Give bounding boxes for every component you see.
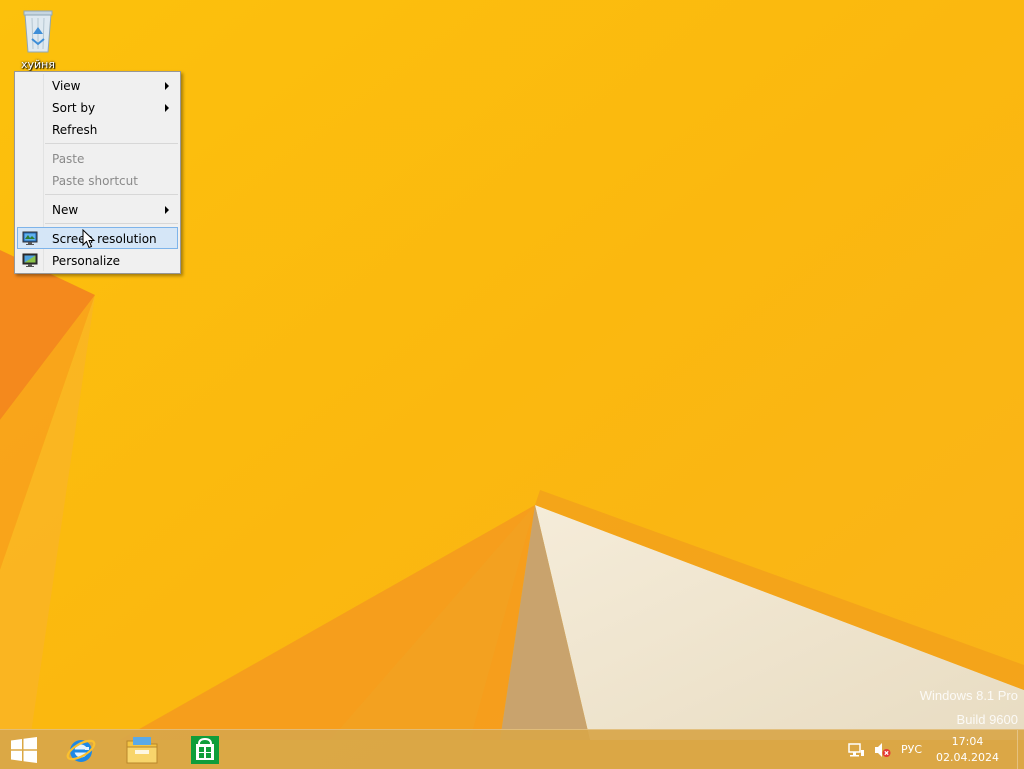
menu-item-label: Personalize [52,254,121,268]
menu-item-label: Refresh [52,123,98,137]
taskbar: РУС 17:04 02.04.2024 [0,729,1024,769]
network-icon[interactable] [847,742,865,758]
recycle-bin-shortcut[interactable]: хуйня [10,6,66,71]
system-tray: РУС 17:04 02.04.2024 [847,730,1024,769]
file-explorer-button[interactable] [112,730,172,769]
clock[interactable]: 17:04 02.04.2024 [936,734,999,766]
volume-muted-icon[interactable] [873,742,891,758]
menu-separator [45,194,178,195]
menu-separator [45,223,178,224]
menu-item-label: Paste shortcut [52,174,138,188]
language-indicator[interactable]: РУС [901,743,922,756]
recycle-bin-label: хуйня [21,58,55,71]
mouse-cursor-icon [82,229,96,249]
display-settings-icon [22,231,38,245]
menu-item-paste-shortcut: Paste shortcut [17,169,178,191]
menu-item-label: Screen resolution [52,232,157,246]
menu-item-label: Paste [52,152,85,166]
submenu-arrow-icon [165,206,169,214]
submenu-arrow-icon [165,104,169,112]
submenu-arrow-icon [165,82,169,90]
windows-version-watermark: Windows 8.1 Pro Build 9600 [920,684,1018,732]
file-explorer-icon [126,736,158,763]
clock-date: 02.04.2024 [936,750,999,764]
menu-item-refresh[interactable]: Refresh [17,118,178,140]
menu-item-paste: Paste [17,147,178,169]
watermark-edition: Windows 8.1 Pro [919,688,1018,703]
recycle-bin-icon [23,10,53,53]
menu-item-screen-resolution[interactable]: Screen resolution [17,227,178,249]
menu-item-sort-by[interactable]: Sort by [17,96,178,118]
show-desktop-button[interactable] [1017,730,1024,769]
store-button[interactable] [175,730,235,769]
desktop-context-menu: View Sort by Refresh Paste Paste shortcu… [14,71,181,274]
internet-explorer-icon [66,739,96,762]
personalize-icon [22,253,38,267]
internet-explorer-button[interactable] [51,730,111,769]
windows-logo-icon [11,736,37,763]
menu-item-label: New [52,203,79,217]
menu-separator [45,143,178,144]
start-button[interactable] [0,730,54,769]
menu-item-label: View [52,79,81,93]
menu-item-view[interactable]: View [17,74,178,96]
menu-item-new[interactable]: New [17,198,178,220]
clock-time: 17:04 [951,734,984,748]
store-icon [191,735,219,764]
menu-item-personalize[interactable]: Personalize [17,249,178,271]
menu-item-label: Sort by [52,101,96,115]
